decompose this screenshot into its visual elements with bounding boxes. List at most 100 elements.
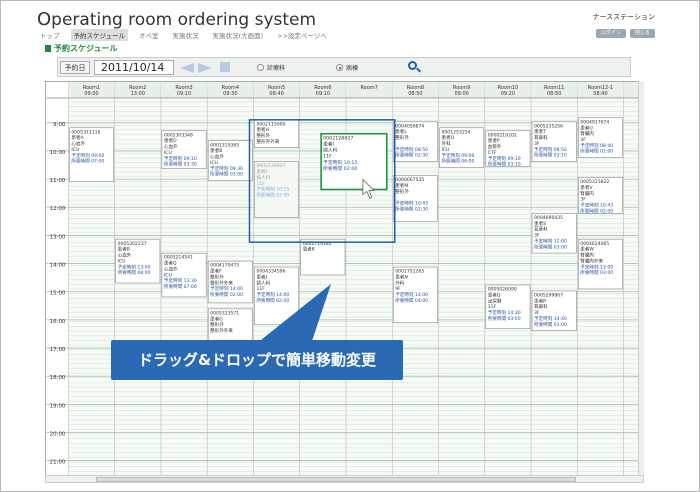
room-column-bg [114,97,161,475]
close-button[interactable]: 閉じる [629,29,655,38]
appointment-text: 予定時刻 08:50 [534,146,567,153]
appointment-text: 0002128827 [323,136,353,142]
appointment-text: 0002115000 [256,121,285,127]
appointment-text: 血管外 [488,143,502,150]
appointment-text: 所要時間 04:00 [395,297,428,304]
prev-day-button[interactable] [180,63,194,73]
appointment-text: 婦人科 [323,147,338,154]
appointment-text: 予定時刻 13:00 [580,263,613,270]
appointment-text: 予定時刻 08:40 [580,142,613,149]
appointment-text: 所要時間 02:00 [256,192,289,199]
room-header-time: 09:10 [177,91,191,97]
appointment-text: 患者I [323,141,334,148]
appointment-text: ICU [71,147,79,153]
appointment-text: 整形外 [210,273,224,280]
nav-item-4[interactable]: 実施状況(大画面) [210,29,267,41]
room-header-name: Room7 [360,85,377,91]
appointment-text: 患者K [303,246,316,253]
vertical-scrollbar[interactable] [638,81,644,476]
appointment-text: 患者W [580,246,594,253]
nav-item-0[interactable]: トップ [37,29,63,41]
appointment-text: 所要時間 03:00 [488,315,521,322]
app-title-rest: perating room ordering system [51,10,317,30]
hour-label: 11:00 [50,178,66,184]
appointment-text: 患者B [118,246,130,253]
appointment-text: 0005214541 [164,255,193,261]
appointment-text: 0004334596 [256,269,285,275]
appointment-text: 予定時刻 14:30 [488,309,521,316]
date-input[interactable]: 2011/10/14 [94,60,174,75]
appointment-text: 患者G [210,315,223,322]
login-button[interactable]: ログイン [595,29,626,38]
appointment-text: 予定時刻 10:15 [323,159,357,166]
appointment-text: 所要時間 03:10 [488,161,521,168]
date-label: 予約日 [60,61,90,74]
appointment-text: 0004050874 [395,123,424,129]
nav-item-3[interactable]: 実施状況 [170,29,202,41]
appointment-text: 0002128827 [256,163,285,169]
station-label: ナースステーション [592,13,655,21]
appointment-text: 腎臓内外来 [580,257,603,264]
appointment-text: 婦人科 [256,174,270,181]
ward-radio-label: 病棟 [346,65,359,72]
room-header-time: 08:50 [547,91,561,97]
appointment-text: ICU [164,272,172,278]
hour-label: 16:00 [50,319,66,325]
appointment-text: 患者O [442,134,455,141]
hour-label: 18:00 [50,375,66,381]
nav-item-5[interactable]: >>設定ページへ [274,29,330,41]
nav-item-2[interactable]: オペ室 [136,29,162,41]
appointment-text: 0004690435 [534,215,563,221]
appointment-text: 所要時間 03:10 [534,152,567,159]
appointment-text: 0001253254 [442,129,471,135]
appointment-text: 整形外 [395,188,409,195]
appointment-text: 患者L [395,128,407,135]
room-header-time: 08:40 [269,91,283,97]
appointment-text: 0002751265 [395,269,424,275]
appointment-text: 耳鼻科 [534,134,548,141]
appointment-text: 0005026090 [488,287,517,293]
ward-radio[interactable] [336,64,343,71]
appointment-text: 予定時刻 13:00 [118,263,151,270]
hour-label: 19:00 [50,403,66,409]
appointment-text: 心血外 [71,140,85,147]
appointment-text: 腎臓内 [580,252,594,259]
appointment-text: 予定時刻 14:40 [534,315,567,322]
appointment-text: 0000667535 [395,177,424,183]
nav-item-1[interactable]: 予約スケジュール [70,29,129,41]
appointment-text: 心血外 [210,153,224,160]
appointment-text: 予定時刻 09:30 [210,165,243,172]
appointment-text: 整形外 [395,134,409,141]
top-nav: トップ 予約スケジュール オペ室 実施状況 実施状況(大画面) >>設定ページへ [37,29,330,41]
schedule-grid: 9:00 10:00 11:00 12:00 13:00 14:00 15:00 16:00 1… [45,81,644,476]
room-header-time: 09:30 [223,91,237,97]
room-header-time: 09:20 [501,91,515,97]
top-buttons: ログイン 閉じる [595,29,655,38]
appointment-text: 患者Q [488,291,501,298]
appointment-text: 所要時間 03:00 [580,269,613,276]
appointment-text: CTF [488,150,497,156]
window-frame: Operating room ordering system ナースステーション… [0,0,700,492]
appointment-text: 心血外 [164,143,178,150]
next-day-button[interactable] [198,63,212,73]
appointment-text: 予定時刻 09:00 [71,152,104,159]
appointment-text: 3F [580,137,586,143]
horizontal-scrollbar[interactable] [45,475,644,483]
appointment-text: 0000219202 [488,132,517,138]
calendar-icon[interactable] [220,62,230,72]
search-icon[interactable] [408,61,417,70]
appointment-text: 所要時間 02:00 [323,165,357,172]
scrollbar-thumb[interactable] [96,477,576,482]
hour-label: 9:00 [53,122,66,128]
appointment-text: 予定時刻 09:00 [442,152,475,159]
appointment-text: 3F [580,197,586,203]
appointment-text: 所要時間 07:00 [164,283,197,290]
appointment-text: 外科 [442,140,452,147]
dept-radio[interactable] [257,64,264,71]
room-header-time: 08:40 [593,91,607,97]
appointment-text: 11F [256,181,265,187]
appointment-text: ICU [210,160,218,166]
appointment-text: 所要時間 02:30 [395,152,428,159]
appointment-text: 整形外外来 [256,138,279,145]
appointment-text: 心血外 [164,265,178,272]
